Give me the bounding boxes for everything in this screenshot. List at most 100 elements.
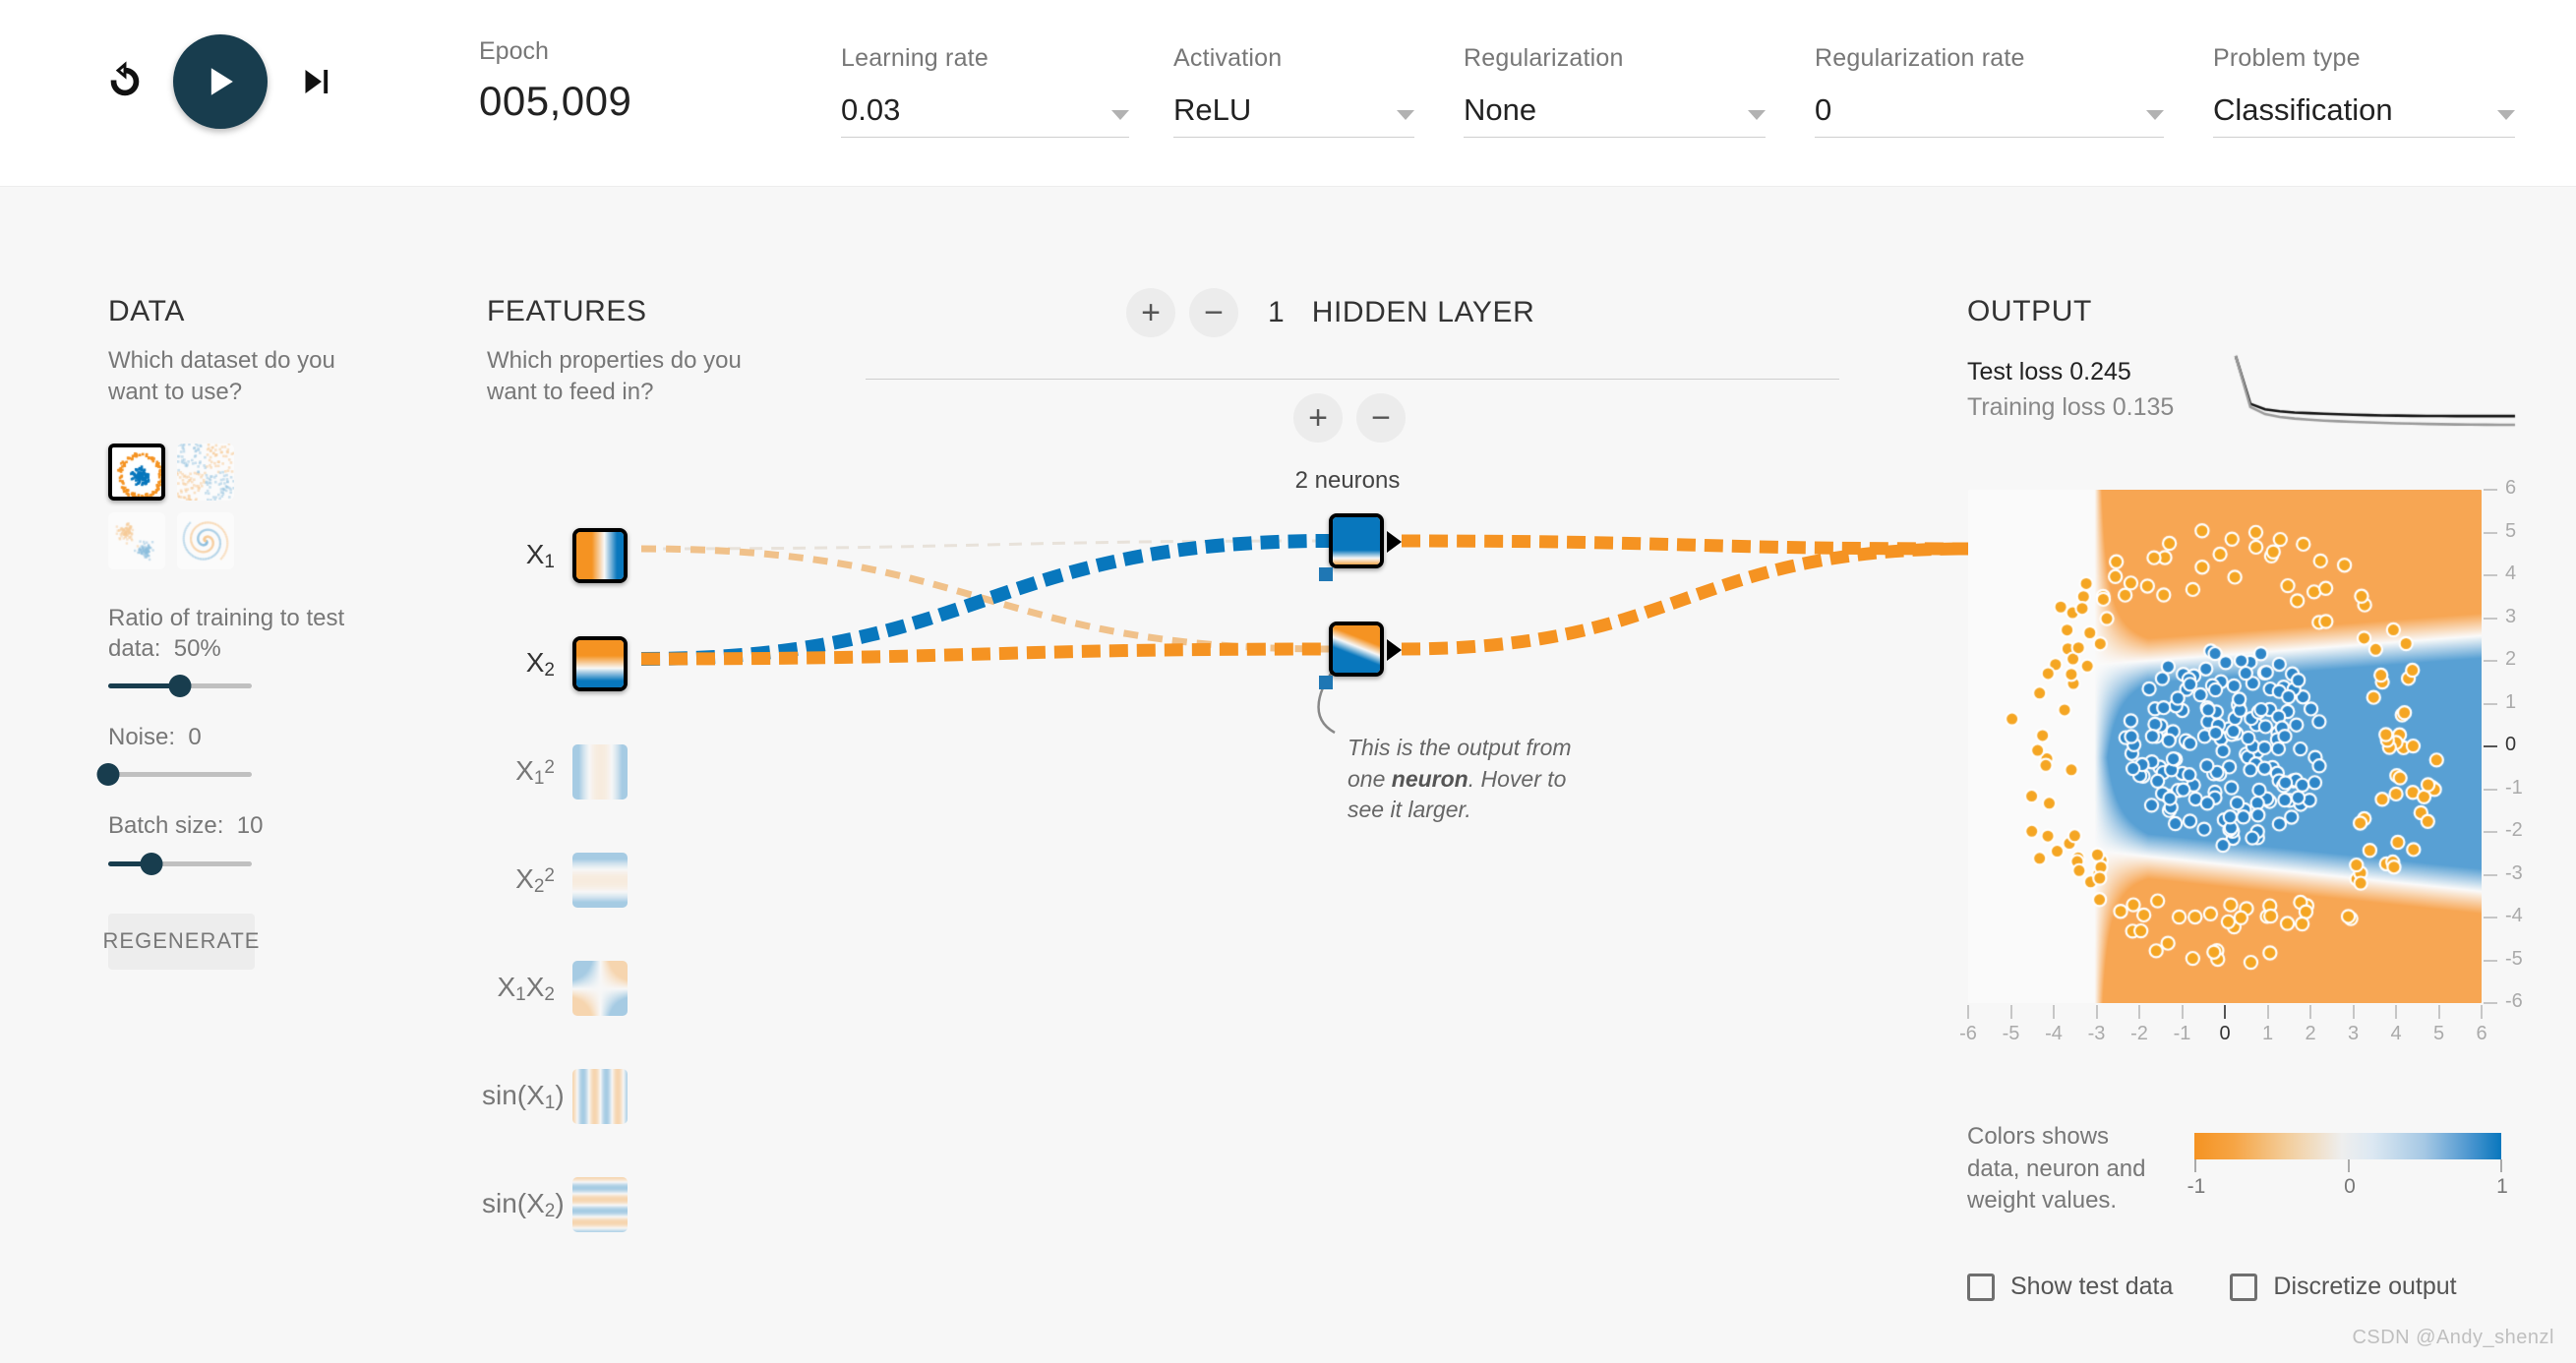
output-checkboxes: Show test data Discretize output <box>1967 1273 2457 1301</box>
color-legend-bar <box>2194 1133 2501 1159</box>
x-tick-label: 2 <box>2305 1023 2316 1044</box>
feature-row-sinx2[interactable]: sin(X2) <box>482 1151 628 1259</box>
y-tick-mark <box>2484 702 2497 705</box>
feature-thumbnail-x1sq[interactable] <box>572 744 628 800</box>
problem-type-select[interactable]: Classification <box>2213 92 2515 138</box>
feature-list: X1 X2 X12 X22 X1X2 sin(X1) sin(X2) <box>482 502 628 1259</box>
color-legend: Colors shows data, neuron and weight val… <box>1967 1121 2508 1217</box>
feature-thumbnail-sinx1[interactable] <box>572 1069 628 1124</box>
feature-row-x2 squared[interactable]: X22 <box>482 826 628 934</box>
regularization-rate-select[interactable]: 0 <box>1815 92 2164 138</box>
y-tick-mark <box>2484 574 2497 576</box>
network-link[interactable] <box>640 545 1330 653</box>
hidden-layer-header: + − 1 HIDDEN LAYER <box>1126 288 1534 337</box>
x-tick-label: 1 <box>2261 1023 2274 1044</box>
y-tick-label: -3 <box>2505 861 2523 884</box>
batch-slider[interactable] <box>108 852 252 875</box>
dataset-spiral[interactable] <box>177 511 234 569</box>
features-panel: FEATURES Which properties do you want to… <box>487 295 743 408</box>
step-forward-icon[interactable] <box>289 55 342 108</box>
playback-controls <box>98 34 342 129</box>
feature-row-sinx1[interactable]: sin(X1) <box>482 1042 628 1151</box>
batch-label: Batch size: 10 <box>108 812 264 840</box>
play-button[interactable] <box>173 34 268 129</box>
network-link[interactable] <box>640 642 1330 666</box>
hidden-neuron-2-arrow <box>1387 639 1402 661</box>
hidden-neuron-1-bias[interactable] <box>1319 567 1333 581</box>
show-test-data-checkbox[interactable]: Show test data <box>1967 1273 2173 1301</box>
chevron-down-icon <box>2497 110 2515 120</box>
remove-neuron-button[interactable]: − <box>1356 393 1406 443</box>
add-layer-button[interactable]: + <box>1126 288 1175 337</box>
data-panel: DATA Which dataset do you want to use? R… <box>96 295 364 970</box>
batch-slider-group: Batch size: 10 <box>108 810 364 875</box>
y-tick-label: 5 <box>2505 519 2517 542</box>
regularization-rate-field: Regularization rate 0 <box>1815 44 2164 138</box>
loss-chart <box>2233 354 2518 438</box>
feature-row-x1x2[interactable]: X1X2 <box>482 934 628 1042</box>
regenerate-button[interactable]: REGENERATE <box>103 913 259 970</box>
color-legend-scale: -1 0 1 <box>2187 1133 2508 1203</box>
checkbox-box[interactable] <box>2230 1273 2258 1301</box>
y-tick-label: -6 <box>2505 990 2523 1012</box>
feature-thumbnail-sinx2[interactable] <box>572 1177 628 1232</box>
feature-row-x1 squared[interactable]: X12 <box>482 718 628 826</box>
remove-layer-button[interactable]: − <box>1189 288 1238 337</box>
hidden-neuron-1[interactable] <box>1329 513 1384 568</box>
noise-slider[interactable] <box>96 763 252 787</box>
feature-thumbnail-x1[interactable] <box>572 528 628 583</box>
activation-select[interactable]: ReLU <box>1173 92 1414 138</box>
x-tick-label: -4 <box>2045 1023 2063 1044</box>
hidden-neuron-2[interactable] <box>1329 622 1384 677</box>
x-tick-mark <box>2053 1005 2055 1019</box>
heatmap-x-axis: -6 -5 -4 -3 -2 -1 0 1 2 3 4 5 6 <box>1959 1005 2487 1048</box>
training-loss: Training loss 0.135 <box>1967 393 2175 422</box>
dataset-xor[interactable] <box>177 443 234 501</box>
feature-row-x1[interactable]: X1 <box>482 502 628 610</box>
y-tick-label: -5 <box>2505 947 2523 970</box>
neuron-callout-text: This is the output from one neuron. Hove… <box>1348 735 1572 823</box>
ratio-slider-knob[interactable] <box>168 675 192 698</box>
noise-label: Noise: 0 <box>108 724 202 751</box>
discretize-output-checkbox[interactable]: Discretize output <box>2230 1273 2457 1301</box>
output-heatmap[interactable] <box>1968 490 2482 1003</box>
output-heatmap-wrapper[interactable] <box>1968 490 2482 1003</box>
x-tick-label: -5 <box>2002 1023 2020 1044</box>
regularization-rate-value: 0 <box>1815 92 1832 127</box>
x-tick-mark <box>2095 1005 2098 1019</box>
y-tick-label: -4 <box>2505 905 2523 926</box>
ratio-slider[interactable] <box>108 675 252 698</box>
network-link[interactable] <box>640 539 1330 551</box>
x-tick-label: -6 <box>1959 1023 1977 1044</box>
network-link[interactable] <box>640 534 1330 666</box>
activation-label: Activation <box>1173 44 1283 72</box>
feature-thumbnail-x1x2[interactable] <box>572 961 628 1016</box>
noise-slider-knob[interactable] <box>96 763 120 787</box>
x-tick-mark <box>2352 1005 2355 1019</box>
feature-label: X1 <box>525 538 555 572</box>
x-tick-label: 4 <box>2390 1023 2402 1044</box>
hidden-neuron-2-bias[interactable] <box>1319 676 1333 689</box>
feature-thumbnail-x2[interactable] <box>572 636 628 691</box>
output-panel: OUTPUT <box>1967 295 2092 328</box>
feature-thumbnail-x2sq[interactable] <box>572 853 628 908</box>
feature-row-x2[interactable]: X2 <box>482 610 628 718</box>
x-tick-mark <box>2309 1005 2311 1019</box>
loss-readout: Test loss 0.245 Training loss 0.135 <box>1967 354 2174 426</box>
add-neuron-button[interactable]: + <box>1293 393 1343 443</box>
regularization-select[interactable]: None <box>1464 92 1766 138</box>
dataset-gauss[interactable] <box>108 511 165 569</box>
checkbox-box[interactable] <box>1967 1273 1995 1301</box>
hidden-layer-word: HIDDEN LAYER <box>1311 296 1535 328</box>
y-tick-mark <box>2484 959 2497 962</box>
hidden-layer-count: 1 <box>1268 296 1285 328</box>
network-link[interactable] <box>1401 534 1969 556</box>
chevron-down-icon <box>1111 110 1129 120</box>
learning-rate-select[interactable]: 0.03 <box>841 92 1129 138</box>
reset-icon[interactable] <box>98 55 151 108</box>
dataset-circle[interactable] <box>108 443 165 501</box>
batch-slider-knob[interactable] <box>140 852 163 875</box>
feature-label: X22 <box>515 862 555 897</box>
x-tick-mark <box>1967 1005 1969 1019</box>
network-link[interactable] <box>1401 542 1969 656</box>
